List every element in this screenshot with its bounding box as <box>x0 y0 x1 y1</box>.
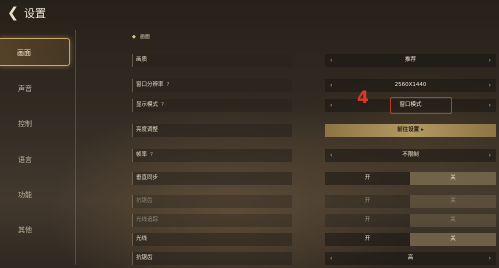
top-bar: ❮ 设置 <box>0 0 499 26</box>
antialias-toggle: 开 关 <box>325 195 496 208</box>
chevron-left-icon[interactable]: ‹ <box>330 99 332 112</box>
raytracing-toggle: 开 关 <box>325 214 496 227</box>
chevron-right-icon[interactable]: › <box>489 252 491 265</box>
chevron-left-icon[interactable]: ‹ <box>330 252 332 265</box>
quality-selector[interactable]: ‹ 推荐 › <box>325 54 496 67</box>
brightness-settings-button[interactable]: 前往设置 ▸ <box>325 124 496 137</box>
light-toggle: 开 关 <box>325 233 496 246</box>
setting-label: 显示模式? <box>132 99 292 112</box>
section-marker-icon: ◆ <box>132 34 136 40</box>
selector-value: 2560X1440 <box>394 82 427 88</box>
sidebar-divider <box>75 30 76 265</box>
highlight-frame <box>390 97 452 114</box>
sidebar: 画面 声音 控制 语言 功能 其他 <box>0 28 70 268</box>
selector-value: 高 <box>407 255 414 261</box>
setting-row-quality: 画质 ‹ 推荐 › <box>132 54 496 67</box>
sidebar-item-graphics[interactable]: 画面 <box>0 38 70 66</box>
toggle-on-option[interactable]: 开 <box>325 214 410 227</box>
framerate-selector[interactable]: ‹ 不限制 › <box>325 149 496 162</box>
back-arrow-icon[interactable]: ❮ <box>3 3 23 23</box>
chevron-right-icon[interactable]: › <box>489 79 491 92</box>
setting-label: 抗锯齿 <box>132 252 292 265</box>
toggle-on-option[interactable]: 开 <box>325 233 410 246</box>
chevron-right-icon[interactable]: › <box>489 54 491 67</box>
setting-label: 垂直同步 <box>132 172 292 185</box>
setting-label: 光线 <box>132 233 292 246</box>
sidebar-item-other[interactable]: 其他 <box>0 216 68 244</box>
vsync-toggle: 开 关 <box>325 172 496 185</box>
chevron-right-icon[interactable]: › <box>489 149 491 162</box>
toggle-off-option[interactable]: 关 <box>410 214 496 227</box>
section-title: 画面 <box>139 34 150 40</box>
selector-value: 不限制 <box>402 152 419 158</box>
setting-label: 窗口分辨率? <box>132 79 292 92</box>
toggle-on-option[interactable]: 开 <box>325 195 410 208</box>
sidebar-item-sound[interactable]: 声音 <box>0 75 68 103</box>
setting-row-resolution: 窗口分辨率? ‹ 2560X1440 › <box>132 79 496 92</box>
setting-row-antialias: 抗锯齿 开 关 <box>132 195 496 208</box>
selector-value: 推荐 <box>404 57 416 63</box>
chevron-left-icon[interactable]: ‹ <box>330 54 332 67</box>
annotation-number: 4 <box>357 88 369 108</box>
resolution-selector[interactable]: ‹ 2560X1440 › <box>325 79 496 92</box>
setting-label: 画质 <box>132 54 292 67</box>
setting-row-brightness: 亮度调整 前往设置 ▸ <box>132 124 496 137</box>
setting-row-light: 光线 开 关 <box>132 233 496 246</box>
section-header: ◆ 画面 <box>132 33 150 40</box>
toggle-off-option[interactable]: 关 <box>410 233 496 246</box>
toggle-off-option[interactable]: 关 <box>410 195 496 208</box>
setting-label: 光线追踪 <box>132 214 292 227</box>
antialias-level-selector[interactable]: ‹ 高 › <box>325 252 496 265</box>
setting-label: 抗锯齿 <box>132 195 292 208</box>
sidebar-item-features[interactable]: 功能 <box>0 181 68 209</box>
setting-row-raytracing: 光线追踪 开 关 <box>132 214 496 227</box>
toggle-on-option[interactable]: 开 <box>325 172 410 185</box>
help-icon[interactable]: ? <box>167 82 170 88</box>
setting-label: 帧率? <box>132 149 292 162</box>
toggle-off-option[interactable]: 关 <box>410 172 496 185</box>
chevron-right-icon[interactable]: › <box>489 99 491 112</box>
setting-row-framerate: 帧率? ‹ 不限制 › <box>132 149 496 162</box>
setting-row-antialias-level: 抗锯齿 ‹ 高 › <box>132 252 496 265</box>
button-label: 前往设置 <box>397 127 420 133</box>
chevron-left-icon[interactable]: ‹ <box>330 149 332 162</box>
page-title: 设置 <box>24 7 46 20</box>
help-icon[interactable]: ? <box>161 102 164 108</box>
setting-label: 亮度调整 <box>132 124 292 137</box>
setting-row-vsync: 垂直同步 开 关 <box>132 172 496 185</box>
sidebar-item-language[interactable]: 语言 <box>0 146 68 174</box>
help-icon[interactable]: ? <box>150 152 153 158</box>
sidebar-item-control[interactable]: 控制 <box>0 110 68 138</box>
chevron-left-icon[interactable]: ‹ <box>330 79 332 92</box>
